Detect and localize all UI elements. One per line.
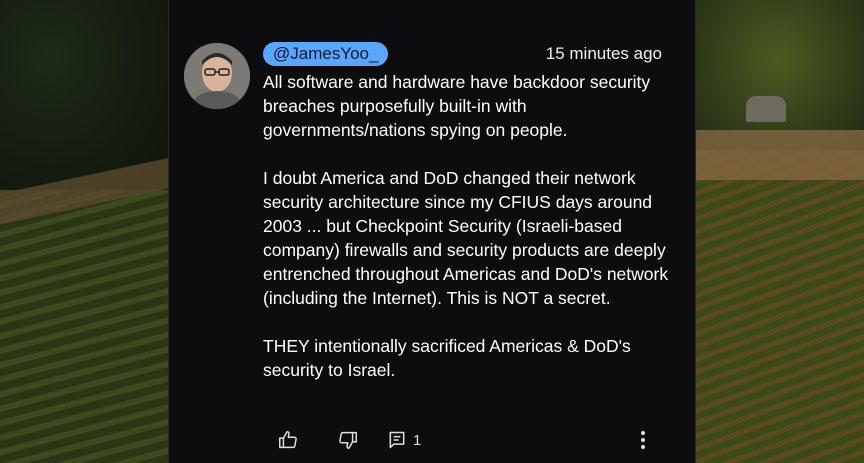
thumbs-up-icon bbox=[279, 431, 297, 449]
like-button[interactable] bbox=[277, 428, 299, 452]
comment-icon bbox=[389, 431, 405, 449]
more-vertical-icon bbox=[641, 431, 645, 449]
reply-button[interactable]: 1 bbox=[387, 428, 421, 452]
thumbs-down-icon bbox=[339, 431, 357, 449]
background-shed bbox=[746, 96, 786, 122]
more-options-button[interactable] bbox=[631, 428, 655, 452]
author-handle[interactable]: @JamesYoo_ bbox=[263, 42, 389, 66]
dislike-button[interactable] bbox=[337, 428, 359, 452]
background-right bbox=[694, 0, 864, 463]
comment-paragraph: I doubt America and DoD changed their ne… bbox=[263, 168, 669, 308]
comment-body: All software and hardware have backdoor … bbox=[263, 70, 673, 382]
background-trees bbox=[694, 0, 864, 150]
reply-count: 1 bbox=[413, 431, 422, 449]
comment-actions: 1 bbox=[277, 428, 667, 452]
comment-paragraph: THEY intentionally sacrificed Americas &… bbox=[263, 336, 631, 380]
background-trees bbox=[0, 0, 168, 190]
comment-paragraph: All software and hardware have backdoor … bbox=[263, 72, 651, 140]
comment-timestamp[interactable]: 15 minutes ago bbox=[546, 43, 662, 65]
background-left bbox=[0, 0, 168, 463]
avatar[interactable] bbox=[184, 43, 250, 109]
background-road bbox=[694, 130, 864, 180]
comment-panel: @JamesYoo_ 15 minutes ago All software a… bbox=[168, 0, 696, 463]
